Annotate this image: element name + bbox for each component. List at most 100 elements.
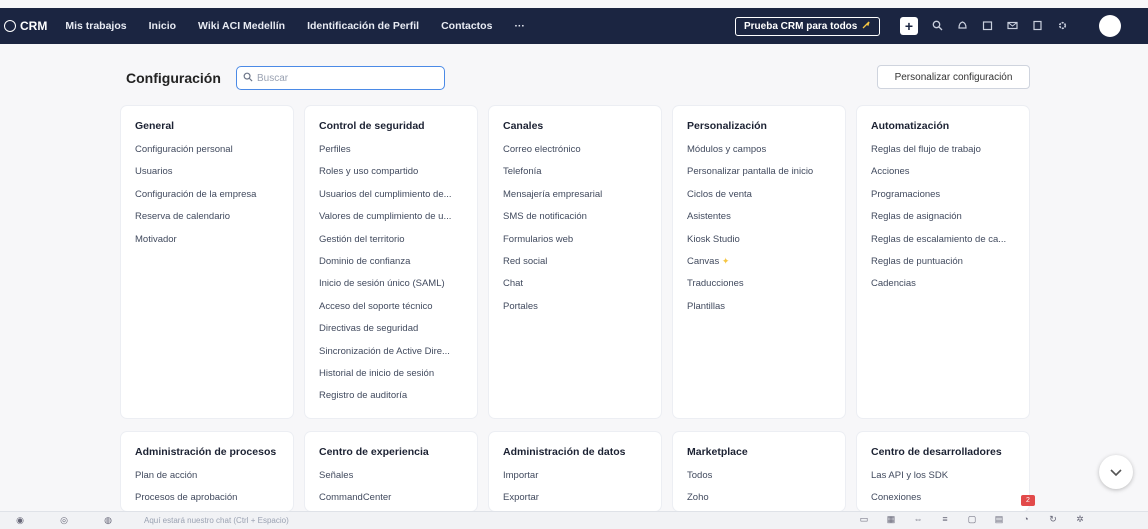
customize-settings-button[interactable]: Personalizar configuración — [877, 65, 1030, 89]
card-general: General Configuración personal Usuarios … — [121, 106, 293, 418]
nav-item-contactos[interactable]: Contactos — [441, 20, 492, 32]
bottom-left-icons: ◉ ◎ ◍ — [14, 515, 114, 526]
nav-item-identificacion-perfil[interactable]: Identificación de Perfil — [307, 20, 419, 32]
search-input[interactable] — [257, 72, 427, 84]
card-item[interactable]: Inicio de sesión único (SAML) — [319, 278, 463, 300]
card-item[interactable]: Exportar — [503, 492, 647, 511]
link-icon[interactable]: ⇔ — [912, 514, 924, 525]
card-item[interactable]: Perfiles — [319, 144, 463, 166]
brand[interactable]: CRM — [4, 19, 47, 33]
card-item[interactable]: Plantillas — [687, 301, 831, 323]
card-item[interactable]: Portales — [503, 301, 647, 323]
card-personalizacion: Personalización Módulos y campos Persona… — [673, 106, 845, 418]
card-item[interactable]: Cadencias — [871, 278, 1015, 300]
main-nav: Mis trabajos Inicio Wiki ACI Medellín Id… — [65, 20, 547, 32]
nav-item-wiki[interactable]: Wiki ACI Medellín — [198, 20, 285, 32]
card-item[interactable]: Traducciones — [687, 278, 831, 300]
rocket-icon — [861, 20, 871, 33]
card-item[interactable]: Configuración personal — [135, 144, 279, 166]
card-item[interactable]: Motivador — [135, 234, 279, 256]
sparkle-icon: ✦ — [721, 255, 730, 266]
grid-icon[interactable]: ▦ — [885, 514, 897, 525]
page-title: Configuración — [126, 70, 221, 86]
card-item[interactable]: Ciclos de venta — [687, 189, 831, 211]
card-item[interactable]: Importar — [503, 470, 647, 492]
note-icon[interactable]: ▭ — [858, 514, 870, 525]
card-item[interactable]: CommandCenter — [319, 492, 463, 511]
card-item[interactable]: Asistentes — [687, 211, 831, 233]
card-item[interactable]: Programaciones — [871, 189, 1015, 211]
card-item[interactable]: Mensajería empresarial — [503, 189, 647, 211]
card-item[interactable]: Usuarios — [135, 166, 279, 188]
card-item[interactable]: Formularios web — [503, 234, 647, 256]
trial-button[interactable]: Prueba CRM para todos — [735, 17, 881, 36]
card-title: General — [135, 120, 175, 132]
refresh-icon[interactable]: ↻ — [1047, 514, 1059, 525]
clock-icon[interactable]: ◔ — [1020, 514, 1032, 525]
card-item[interactable]: Reglas de escalamiento de ca... — [871, 234, 1015, 256]
card-item[interactable]: Valores de cumplimiento de u... — [319, 211, 463, 233]
bottom-right-icons: ▭ ▦ ⇔ ≡ ▢ ▤ ◔ ↻ ✲ — [858, 514, 1086, 525]
card-item[interactable]: Acceso del soporte técnico — [319, 301, 463, 323]
card-item[interactable]: Zoho — [687, 492, 831, 511]
search-field[interactable] — [236, 66, 445, 90]
calendar-icon[interactable] — [980, 18, 994, 32]
list-icon[interactable]: ≡ — [939, 514, 951, 525]
card-item[interactable]: Registro de auditoría — [319, 390, 463, 412]
nav-item-mis-trabajos[interactable]: Mis trabajos — [65, 20, 126, 32]
nav-more-button[interactable]: ··· — [514, 20, 525, 32]
card-item[interactable]: Telefonía — [503, 166, 647, 188]
chat-input[interactable]: Aquí estará nuestro chat (Ctrl + Espacio… — [144, 516, 444, 525]
scroll-down-button[interactable] — [1099, 455, 1133, 489]
card-item[interactable]: Reglas de puntuación — [871, 256, 1015, 278]
mail-icon[interactable] — [1005, 18, 1019, 32]
card-item[interactable]: Acciones — [871, 166, 1015, 188]
gear-icon[interactable] — [1055, 18, 1069, 32]
card-item[interactable]: Todos — [687, 470, 831, 492]
chevron-down-icon — [1110, 464, 1122, 480]
card-item[interactable]: Dominio de confianza — [319, 256, 463, 278]
card-item[interactable]: Historial de inicio de sesión — [319, 368, 463, 390]
card-title: Centro de desarrolladores — [871, 446, 1002, 458]
contacts-icon[interactable]: ◍ — [102, 515, 114, 526]
avatar[interactable] — [1099, 15, 1121, 37]
card-item[interactable]: Procesos de aprobación — [135, 492, 279, 511]
top-navigation-bar: CRM Mis trabajos Inicio Wiki ACI Medellí… — [0, 8, 1148, 44]
card-title: Administración de datos — [503, 446, 626, 458]
bell-icon[interactable] — [955, 18, 969, 32]
inbox-icon[interactable]: ▤ — [993, 514, 1005, 525]
card-administracion-procesos: Administración de procesos Plan de acció… — [121, 432, 293, 511]
add-button[interactable]: + — [900, 17, 918, 35]
card-item[interactable]: Roles y uso compartido — [319, 166, 463, 188]
card-item[interactable]: Correo electrónico — [503, 144, 647, 166]
card-title: Administración de procesos — [135, 446, 277, 458]
search-icon[interactable] — [930, 18, 944, 32]
card-item[interactable]: Gestión del territorio — [319, 234, 463, 256]
list-icon[interactable] — [1030, 18, 1044, 32]
card-item[interactable]: Sincronización de Active Dire... — [319, 346, 463, 368]
channel-icon[interactable]: ◎ — [58, 515, 70, 526]
card-item[interactable]: Módulos y campos — [687, 144, 831, 166]
nav-item-inicio[interactable]: Inicio — [149, 20, 176, 32]
card-item[interactable]: Directivas de seguridad — [319, 323, 463, 345]
card-item[interactable]: Plan de acción — [135, 470, 279, 492]
card-item[interactable]: Kiosk Studio — [687, 234, 831, 256]
card-item[interactable]: Señales — [319, 470, 463, 492]
chat-icon[interactable]: ◉ — [14, 515, 26, 526]
crm-logo-icon — [4, 20, 16, 32]
card-item[interactable]: Red social — [503, 256, 647, 278]
card-item[interactable]: Configuración de la empresa — [135, 189, 279, 211]
card-item[interactable]: Reserva de calendario — [135, 211, 279, 233]
card-item[interactable]: Las API y los SDK — [871, 470, 1015, 492]
card-item[interactable]: Reglas del flujo de trabajo — [871, 144, 1015, 166]
card-item[interactable]: Chat — [503, 278, 647, 300]
calendar-icon[interactable]: ▢ — [966, 514, 978, 525]
card-item-canvas[interactable]: Canvas ✦ — [687, 256, 831, 278]
card-item[interactable]: Usuarios del cumplimiento de... — [319, 189, 463, 211]
card-item[interactable]: Personalizar pantalla de inicio — [687, 166, 831, 188]
card-centro-experiencia: Centro de experiencia Señales CommandCen… — [305, 432, 477, 511]
card-item[interactable]: Conexiones — [871, 492, 1015, 511]
card-item[interactable]: SMS de notificación — [503, 211, 647, 233]
settings-icon[interactable]: ✲ — [1074, 514, 1086, 525]
card-item[interactable]: Reglas de asignación — [871, 211, 1015, 233]
